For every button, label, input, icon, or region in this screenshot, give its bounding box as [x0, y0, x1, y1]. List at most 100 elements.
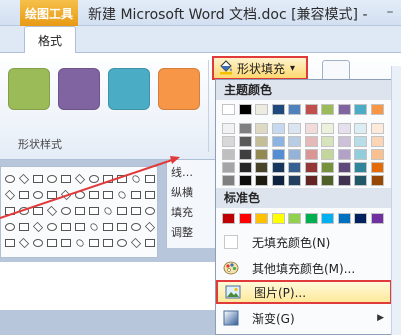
theme-color-cell[interactable]: [222, 136, 235, 147]
theme-color-cell[interactable]: [271, 104, 285, 115]
no-fill-icon: [224, 235, 238, 249]
theme-color-cell[interactable]: [354, 162, 367, 173]
standard-color-cell[interactable]: [304, 213, 318, 224]
standard-color-cell[interactable]: [354, 213, 367, 224]
shape-fill-button[interactable]: 形状填充 ▾: [212, 56, 308, 80]
style-swatch-orange[interactable]: [158, 68, 200, 110]
theme-color-cell[interactable]: [238, 123, 252, 134]
theme-color-cell[interactable]: [370, 162, 384, 173]
shape-option[interactable]: [74, 237, 86, 249]
theme-color-cell[interactable]: [321, 175, 334, 186]
theme-color-cell[interactable]: [321, 104, 334, 115]
theme-color-cell[interactable]: [337, 175, 351, 186]
theme-color-cell[interactable]: [238, 162, 252, 173]
standard-color-cell[interactable]: [337, 213, 351, 224]
shape-option[interactable]: [117, 239, 127, 247]
theme-color-cell[interactable]: [238, 104, 252, 115]
theme-color-cell[interactable]: [222, 123, 235, 134]
shape-option[interactable]: [103, 239, 113, 247]
theme-color-cell[interactable]: [321, 136, 334, 147]
chevron-down-icon: ▾: [290, 62, 296, 74]
theme-color-cell[interactable]: [321, 123, 334, 134]
theme-color-cell[interactable]: [370, 175, 384, 186]
theme-color-cell[interactable]: [255, 123, 268, 134]
theme-color-cell[interactable]: [370, 149, 384, 160]
theme-color-cell[interactable]: [354, 149, 367, 160]
theme-color-cell[interactable]: [222, 149, 235, 160]
theme-color-cell[interactable]: [288, 175, 301, 186]
shape-option[interactable]: [61, 239, 71, 247]
theme-color-cell[interactable]: [337, 104, 351, 115]
theme-color-cell[interactable]: [255, 149, 268, 160]
theme-color-cell[interactable]: [304, 104, 318, 115]
minimize-button[interactable]: –: [382, 4, 398, 22]
theme-color-cell[interactable]: [222, 162, 235, 173]
gradient-item[interactable]: 渐变(G) ▶: [216, 306, 392, 330]
no-fill-label: 无填充颜色(N): [252, 235, 331, 250]
theme-color-cell[interactable]: [354, 136, 367, 147]
shape-option[interactable]: [18, 237, 30, 249]
more-fill-colors-label: 其他填充颜色(M)...: [252, 261, 356, 276]
style-swatch-green[interactable]: [8, 68, 50, 110]
theme-color-cell[interactable]: [354, 175, 367, 186]
theme-color-cell[interactable]: [255, 162, 268, 173]
shape-option[interactable]: [33, 239, 43, 247]
standard-color-cell[interactable]: [271, 213, 285, 224]
submenu-arrow-icon: ▶: [377, 313, 384, 323]
more-fill-colors-item[interactable]: 其他填充颜色(M)...: [216, 256, 392, 280]
theme-color-cell[interactable]: [288, 162, 301, 173]
annotation-arrow: [0, 156, 180, 219]
theme-color-cell[interactable]: [354, 123, 367, 134]
theme-color-cell[interactable]: [337, 136, 351, 147]
theme-color-cell[interactable]: [238, 136, 252, 147]
theme-color-cell[interactable]: [271, 175, 285, 186]
theme-color-cell[interactable]: [321, 162, 334, 173]
theme-color-cell[interactable]: [337, 162, 351, 173]
shape-option[interactable]: [5, 239, 15, 247]
theme-color-cell[interactable]: [370, 136, 384, 147]
theme-color-cell[interactable]: [255, 136, 268, 147]
theme-color-cell[interactable]: [222, 175, 235, 186]
theme-color-cell[interactable]: [255, 175, 268, 186]
standard-color-cell[interactable]: [321, 213, 334, 224]
theme-color-cell[interactable]: [304, 136, 318, 147]
theme-color-cell[interactable]: [238, 175, 252, 186]
style-swatch-purple[interactable]: [58, 68, 100, 110]
theme-color-cell[interactable]: [370, 123, 384, 134]
picture-fill-item[interactable]: 图片(P)...: [216, 280, 392, 304]
theme-color-cell[interactable]: [271, 149, 285, 160]
shape-option[interactable]: [145, 239, 155, 247]
theme-color-cell[interactable]: [304, 149, 318, 160]
standard-color-cell[interactable]: [255, 213, 268, 224]
theme-color-cell[interactable]: [337, 149, 351, 160]
theme-color-cell[interactable]: [271, 123, 285, 134]
theme-color-cell[interactable]: [370, 104, 384, 115]
theme-color-cell[interactable]: [271, 162, 285, 173]
theme-color-cell[interactable]: [222, 104, 235, 115]
theme-color-cell[interactable]: [304, 162, 318, 173]
theme-color-cell[interactable]: [354, 104, 367, 115]
shape-option[interactable]: [89, 239, 99, 247]
theme-color-cell[interactable]: [304, 175, 318, 186]
tab-format[interactable]: 格式: [24, 26, 76, 53]
standard-color-cell[interactable]: [288, 213, 301, 224]
theme-color-cell[interactable]: [321, 149, 334, 160]
shape-option[interactable]: [130, 237, 142, 249]
shape-option[interactable]: [47, 239, 57, 247]
drawing-tools-badge: 绘图工具: [20, 0, 78, 26]
standard-color-cell[interactable]: [238, 213, 252, 224]
standard-color-cell[interactable]: [370, 213, 384, 224]
theme-color-cell[interactable]: [288, 104, 301, 115]
scrollbar[interactable]: [391, 66, 401, 335]
theme-color-cell[interactable]: [337, 123, 351, 134]
theme-color-cell[interactable]: [304, 123, 318, 134]
theme-color-cell[interactable]: [271, 136, 285, 147]
theme-color-cell[interactable]: [288, 123, 301, 134]
theme-color-cell[interactable]: [238, 149, 252, 160]
theme-color-cell[interactable]: [288, 136, 301, 147]
theme-color-cell[interactable]: [288, 149, 301, 160]
style-swatch-teal[interactable]: [108, 68, 150, 110]
no-fill-item[interactable]: 无填充颜色(N): [216, 230, 392, 254]
theme-color-cell[interactable]: [255, 104, 268, 115]
standard-color-cell[interactable]: [222, 213, 235, 224]
